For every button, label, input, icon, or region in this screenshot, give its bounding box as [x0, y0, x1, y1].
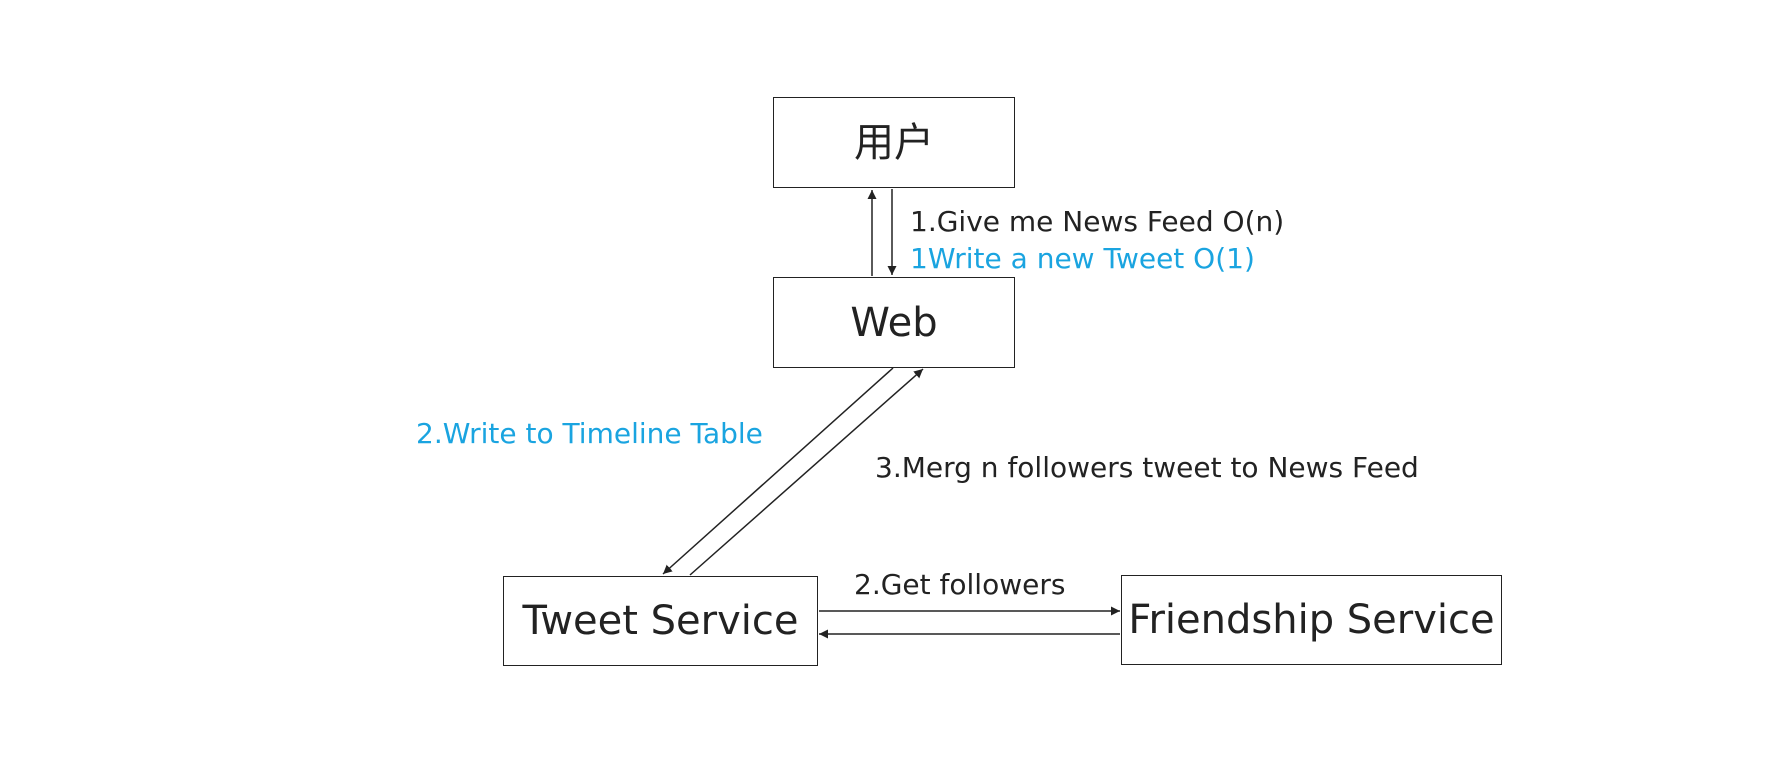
label-give-news-feed: 1.Give me News Feed O(n): [910, 205, 1285, 238]
label-write-new-tweet: 1Write a new Tweet O(1): [910, 242, 1255, 275]
node-web-label: Web: [850, 299, 938, 346]
node-user-label: 用户: [854, 119, 934, 166]
label-get-followers: 2.Get followers: [854, 568, 1066, 601]
label-write-timeline: 2.Write to Timeline Table: [416, 417, 763, 450]
node-tweet-service-label: Tweet Service: [522, 598, 799, 644]
node-user: 用户: [773, 97, 1015, 188]
node-web: Web: [773, 277, 1015, 368]
node-tweet-service: Tweet Service: [503, 576, 818, 666]
node-friendship-service-label: Friendship Service: [1128, 597, 1495, 643]
node-friendship-service: Friendship Service: [1121, 575, 1502, 665]
arrow-web-to-tweet-service: [662, 367, 894, 575]
label-merge-followers: 3.Merg n followers tweet to News Feed: [875, 451, 1419, 484]
